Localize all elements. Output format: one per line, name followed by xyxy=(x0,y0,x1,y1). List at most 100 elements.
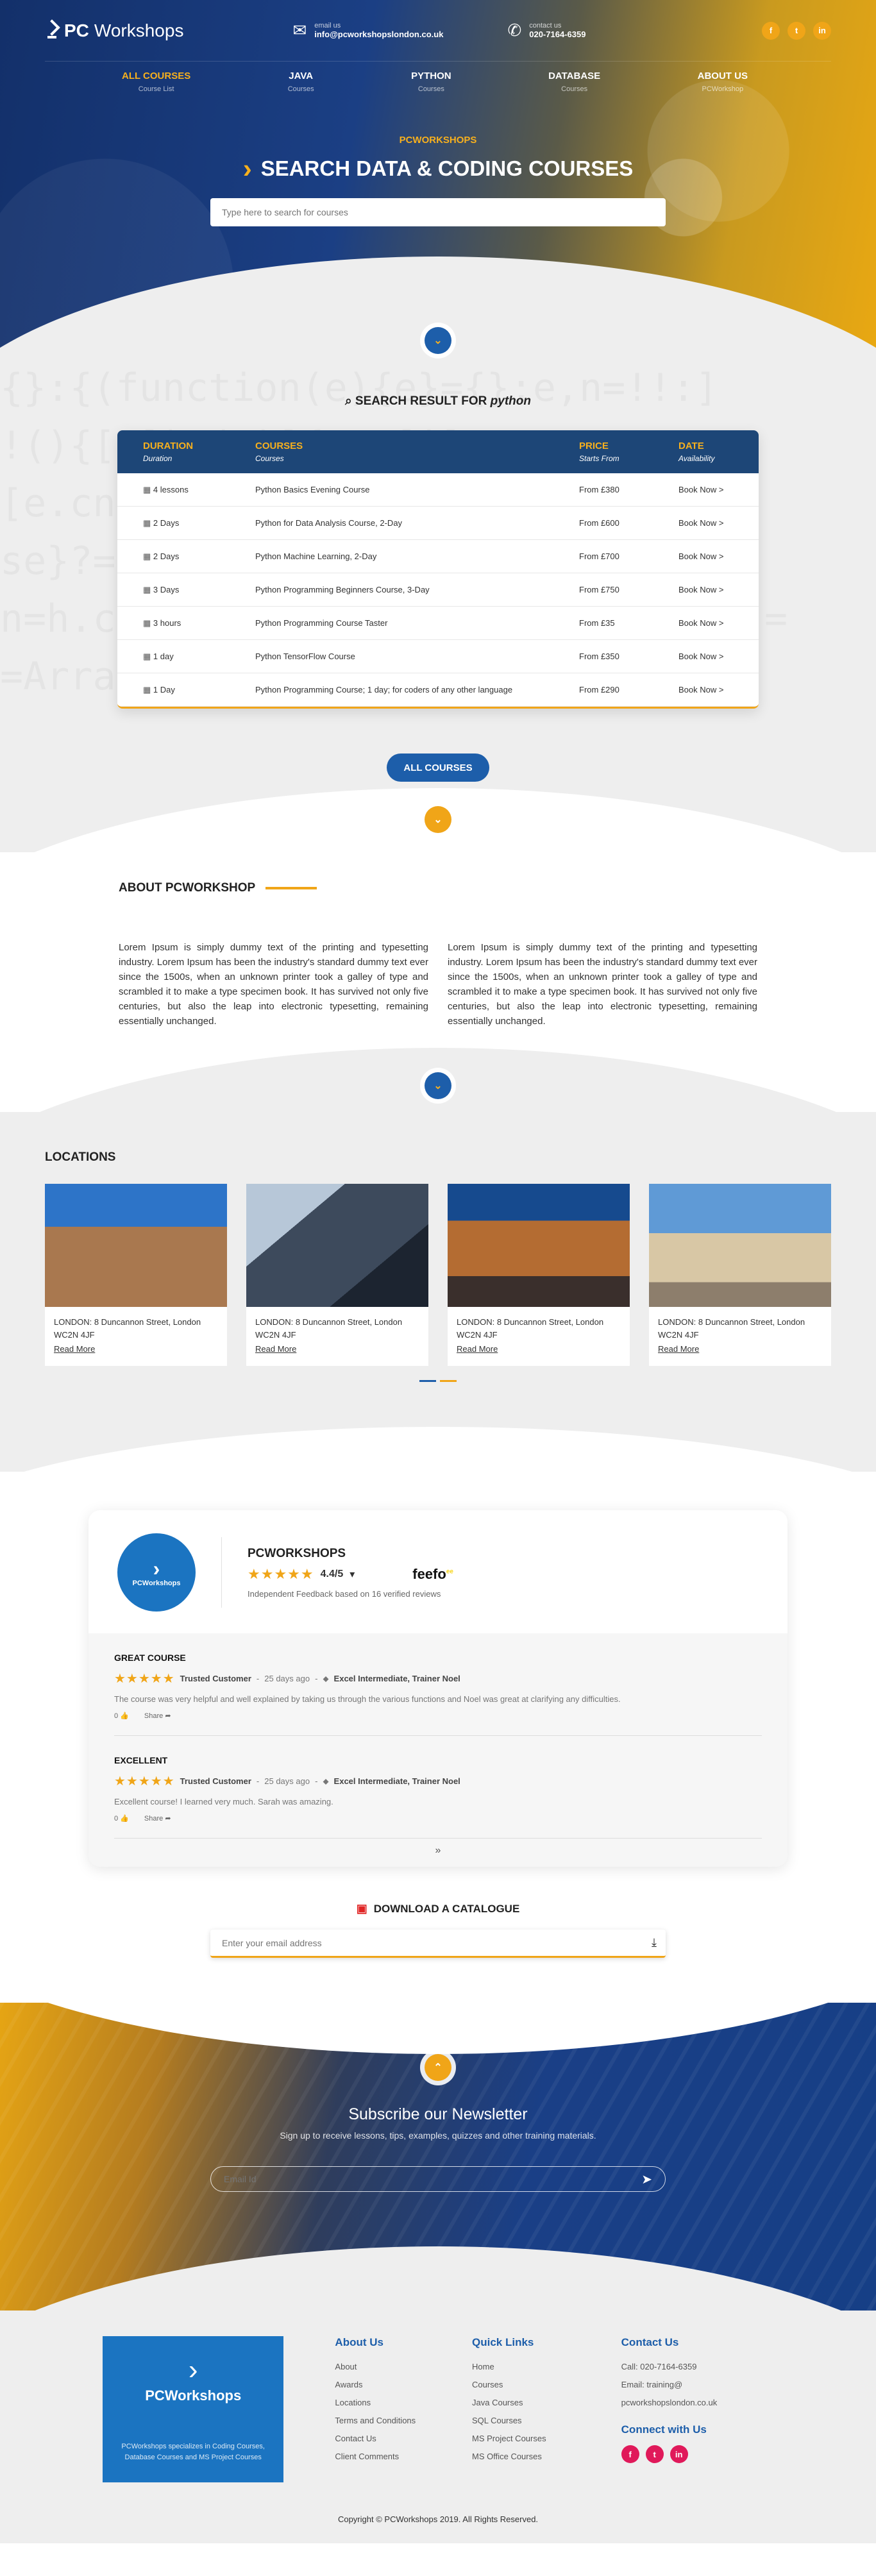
site-logo[interactable]: PC Workshops xyxy=(45,19,183,42)
table-row[interactable]: 4 lessonsPython Basics Evening CourseFro… xyxy=(117,473,759,507)
review-actions: 0 👍 Share ➦ xyxy=(114,1712,762,1720)
chevron-right-icon: › xyxy=(242,153,252,183)
double-chevron-down-icon[interactable]: » xyxy=(88,1839,788,1867)
scroll-up-button[interactable]: ⌃ xyxy=(425,2054,451,2081)
book-now-link[interactable]: Book Now > xyxy=(678,618,733,628)
nav-database[interactable]: DATABASE Courses xyxy=(548,71,600,93)
review-item: EXCELLENT ★★★★★ Trusted Customer -25 day… xyxy=(114,1736,762,1839)
about-columns: Lorem Ipsum is simply dummy text of the … xyxy=(119,940,757,1029)
scroll-down-button[interactable]: ⌄ xyxy=(425,1072,451,1099)
read-more-link[interactable]: Read More xyxy=(54,1343,218,1356)
footer-about-links: About Us About Awards Locations Terms an… xyxy=(335,2336,421,2482)
nav-java[interactable]: JAVA Courses xyxy=(288,71,314,93)
carousel-dot[interactable] xyxy=(440,1380,457,1382)
footer-email[interactable]: Email: training@ pcworkshopslondon.co.uk xyxy=(621,2376,773,2412)
table-row[interactable]: 1 dayPython TensorFlow CourseFrom £350Bo… xyxy=(117,640,759,673)
footer-quick-links: Quick Links Home Courses Java Courses SQ… xyxy=(472,2336,570,2482)
catalogue-form: ⤓ xyxy=(210,1930,666,1958)
footer-link[interactable]: Courses xyxy=(472,2376,570,2394)
footer-link[interactable]: Client Comments xyxy=(335,2448,421,2466)
col-duration: DURATION Duration xyxy=(143,441,194,463)
locations-carousel: LONDON: 8 Duncannon Street, London WC2N … xyxy=(45,1184,831,1366)
footer-columns: › PCWorkshops PCWorkshops specializes in… xyxy=(103,2336,773,2482)
nav-about-us[interactable]: ABOUT US PCWorkshop xyxy=(698,71,748,93)
book-now-link[interactable]: Book Now > xyxy=(678,551,733,561)
newsletter-email-input[interactable] xyxy=(224,2174,642,2184)
twitter-icon[interactable]: t xyxy=(788,21,805,40)
reviews-section: › PCWorkshops PCWORKSHOPS ★★★★★ 4.4/5 ▾ … xyxy=(0,1472,876,1983)
thumbs-up-icon: 👍 xyxy=(120,1815,129,1823)
catalogue-title: ▣ DOWNLOAD A CATALOGUE xyxy=(356,1902,520,1915)
locations-curve xyxy=(0,1427,876,1472)
col-date: DATE Availability xyxy=(678,441,715,463)
footer-link[interactable]: MS Office Courses xyxy=(472,2448,570,2466)
footer-link[interactable]: Awards xyxy=(335,2376,421,2394)
chevron-down-icon: ⌄ xyxy=(434,814,442,825)
search-query: python xyxy=(490,394,531,408)
footer-link[interactable]: Home xyxy=(472,2358,570,2376)
twitter-icon[interactable]: t xyxy=(645,2445,664,2463)
table-row[interactable]: 2 DaysPython for Data Analysis Course, 2… xyxy=(117,507,759,540)
reviews-summary: PCWORKSHOPS ★★★★★ 4.4/5 ▾ feefoee Indepe… xyxy=(248,1547,453,1599)
table-row[interactable]: 1 DayPython Programming Course; 1 day; f… xyxy=(117,673,759,707)
location-card: LONDON: 8 Duncannon Street, London WC2N … xyxy=(246,1184,428,1366)
title-underline xyxy=(265,887,317,889)
star-rating-icon: ★★★★★ xyxy=(114,1774,175,1789)
footer-logo-text: PCWorkshops xyxy=(145,2387,242,2403)
table-row[interactable]: 3 DaysPython Programming Beginners Cours… xyxy=(117,573,759,607)
course-search-input[interactable] xyxy=(210,198,666,226)
nav-all-courses[interactable]: ALL COURSES Course List xyxy=(122,71,190,93)
logo-rest: Workshops xyxy=(94,20,184,40)
book-now-link[interactable]: Book Now > xyxy=(678,485,733,494)
all-courses-button[interactable]: ALL COURSES xyxy=(387,753,489,782)
read-more-link[interactable]: Read More xyxy=(658,1343,822,1356)
results-table: DURATION Duration COURSES Courses PRICE Sta… xyxy=(117,430,759,709)
main-nav: ALL COURSES Course List JAVA Courses PYTHO… xyxy=(45,61,831,93)
search-results-section: {}:{(function(e){e}={}:e,n=!!:] !(){[e])… xyxy=(0,359,876,852)
header-social: f t in xyxy=(762,21,831,40)
caret-down-icon[interactable]: ▾ xyxy=(350,1568,355,1581)
footer-link[interactable]: SQL Courses xyxy=(472,2412,570,2430)
like-button[interactable]: 0 👍 xyxy=(114,1712,129,1720)
rating-row: ★★★★★ 4.4/5 ▾ feefoee xyxy=(248,1566,453,1583)
share-button[interactable]: Share ➦ xyxy=(144,1814,171,1823)
book-now-link[interactable]: Book Now > xyxy=(678,652,733,661)
carousel-dot[interactable] xyxy=(419,1380,436,1382)
review-text: Excellent course! I learned very much. S… xyxy=(114,1797,333,1806)
review-actions: 0 👍 Share ➦ xyxy=(114,1814,762,1823)
like-button[interactable]: 0 👍 xyxy=(114,1814,129,1823)
book-now-link[interactable]: Book Now > xyxy=(678,585,733,594)
review-text: The course was very helpful and well exp… xyxy=(114,1694,621,1704)
footer-link[interactable]: Contact Us xyxy=(335,2430,421,2448)
footer-link[interactable]: Java Courses xyxy=(472,2394,570,2412)
book-now-link[interactable]: Book Now > xyxy=(678,685,733,695)
read-more-link[interactable]: Read More xyxy=(457,1343,621,1356)
table-row[interactable]: 3 hoursPython Programming Course TasterF… xyxy=(117,607,759,640)
share-button[interactable]: Share ➦ xyxy=(144,1712,171,1720)
read-more-link[interactable]: Read More xyxy=(255,1343,419,1356)
top-bar: PC Workshops ✉ email us info@pcworkshopsl… xyxy=(0,0,876,61)
scroll-down-button[interactable]: ⌄ xyxy=(425,806,451,833)
send-icon[interactable]: ➤ xyxy=(641,2171,652,2187)
reviewer: Trusted Customer xyxy=(180,1776,251,1786)
footer-link[interactable]: Terms and Conditions xyxy=(335,2412,421,2430)
email-contact[interactable]: ✉ email us info@pcworkshopslondon.co.uk xyxy=(292,21,443,40)
star-rating-icon: ★★★★★ xyxy=(248,1565,314,1582)
nav-python[interactable]: PYTHON Courses xyxy=(411,71,451,93)
table-row[interactable]: 2 DaysPython Machine Learning, 2-DayFrom… xyxy=(117,540,759,573)
footer-phone[interactable]: Call: 020-7164-6359 xyxy=(621,2358,773,2376)
download-icon[interactable]: ⤓ xyxy=(652,1936,657,1949)
col-price: PRICE Starts From xyxy=(579,441,619,463)
footer-link[interactable]: About xyxy=(335,2358,421,2376)
phone-contact[interactable]: ✆ contact us 020-7164-6359 xyxy=(507,21,585,40)
footer-link[interactable]: MS Project Courses xyxy=(472,2430,570,2448)
facebook-icon[interactable]: f xyxy=(762,21,780,40)
book-now-link[interactable]: Book Now > xyxy=(678,518,733,528)
phone-label: contact us xyxy=(529,22,562,29)
footer-link[interactable]: Locations xyxy=(335,2394,421,2412)
scroll-down-button[interactable]: ⌄ xyxy=(425,327,451,354)
linkedin-icon[interactable]: in xyxy=(813,21,831,40)
catalogue-email-input[interactable] xyxy=(222,1937,652,1948)
linkedin-icon[interactable]: in xyxy=(670,2445,688,2463)
facebook-icon[interactable]: f xyxy=(621,2445,639,2463)
